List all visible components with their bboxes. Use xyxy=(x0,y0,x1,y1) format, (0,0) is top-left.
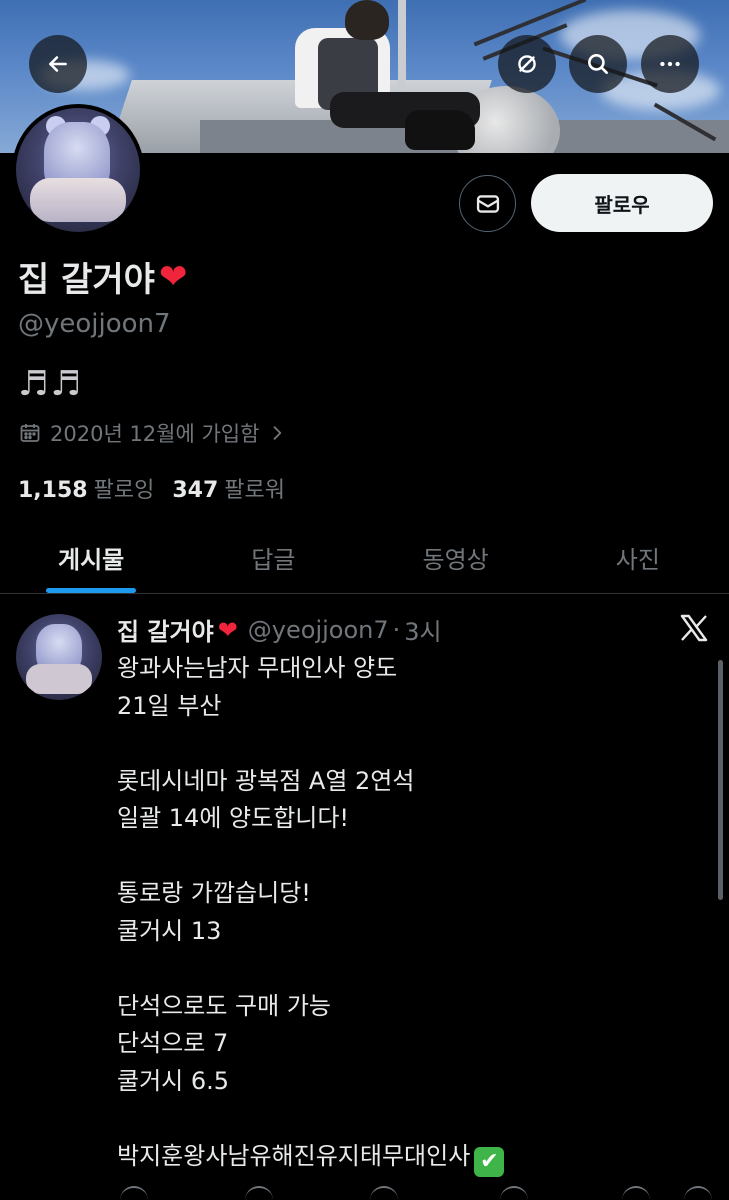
share-icon[interactable] xyxy=(684,1186,712,1200)
tab-label: 동영상 xyxy=(422,546,489,574)
tab-label: 사진 xyxy=(615,546,660,574)
more-button[interactable] xyxy=(641,35,699,93)
follow-stats: 1,158 팔로잉 347 팔로워 xyxy=(18,472,285,504)
search-button[interactable] xyxy=(569,35,627,93)
like-icon[interactable] xyxy=(370,1186,398,1200)
back-button[interactable] xyxy=(29,35,87,93)
post-author-handle[interactable]: @yeojjoon7 xyxy=(248,616,389,644)
message-button[interactable] xyxy=(459,175,516,232)
joined-text: 2020년 12월에 가입함 xyxy=(50,422,260,446)
following-label: 팔로잉 xyxy=(93,478,155,503)
post-author-name[interactable]: 집 갈거야 xyxy=(117,612,214,647)
post-header: 집 갈거야 ❤ @yeojjoon7 · 3시 xyxy=(117,612,442,647)
heart-emoji: ❤ xyxy=(158,256,188,297)
tab-label: 게시물 xyxy=(58,546,125,574)
post-body-text: 왕과사는남자 무대인사 양도 21일 부산 롯데시네마 광복점 A열 2연석 일… xyxy=(117,654,471,1170)
bookmark-icon[interactable] xyxy=(622,1186,650,1200)
following-count: 1,158 xyxy=(18,478,88,503)
more-horizontal-icon xyxy=(660,61,680,67)
followers-link[interactable]: 347 팔로워 xyxy=(172,472,285,504)
post-separator: · xyxy=(392,615,401,644)
check-mark-emoji: ✔ xyxy=(474,1146,505,1177)
tab-replies[interactable]: 답글 xyxy=(182,522,364,593)
active-tab-indicator xyxy=(46,588,137,593)
joined-date[interactable]: 2020년 12월에 가입함 xyxy=(18,418,287,448)
x-logo-icon xyxy=(680,614,708,642)
scrollbar[interactable] xyxy=(718,660,723,900)
reply-icon[interactable] xyxy=(120,1186,148,1200)
profile-tabs: 게시물 답글 동영상 사진 xyxy=(0,522,729,594)
post-author-avatar[interactable] xyxy=(16,614,102,700)
following-link[interactable]: 1,158 팔로잉 xyxy=(18,472,154,504)
profile-bio: ♬♬ xyxy=(18,364,83,404)
follow-button[interactable]: 팔로우 xyxy=(531,174,713,232)
profile-avatar[interactable] xyxy=(12,104,144,236)
followers-label: 팔로워 xyxy=(224,478,285,503)
sync-button[interactable] xyxy=(498,35,556,93)
mail-icon xyxy=(476,194,499,213)
tab-photos[interactable]: 사진 xyxy=(547,522,729,593)
post-text: 왕과사는남자 무대인사 양도 21일 부산 롯데시네마 광복점 A열 2연석 일… xyxy=(117,650,697,1177)
post-time[interactable]: 3시 xyxy=(404,612,441,647)
tab-posts[interactable]: 게시물 xyxy=(0,522,182,593)
profile-display-name: 집 갈거야 ❤ xyxy=(18,252,187,301)
post-action-bar xyxy=(0,1184,729,1200)
followers-count: 347 xyxy=(172,478,219,503)
tab-label: 답글 xyxy=(251,546,296,574)
views-icon[interactable] xyxy=(500,1186,528,1200)
calendar-icon xyxy=(20,424,40,442)
arrow-left-icon xyxy=(49,56,67,72)
chevron-right-icon xyxy=(274,426,282,440)
search-icon xyxy=(588,54,608,74)
heart-emoji: ❤ xyxy=(217,615,238,644)
repost-icon[interactable] xyxy=(245,1186,273,1200)
display-name-text: 집 갈거야 xyxy=(18,260,155,300)
circle-slash-icon xyxy=(518,55,536,73)
profile-handle: @yeojjoon7 xyxy=(18,309,171,339)
tab-videos[interactable]: 동영상 xyxy=(365,522,547,593)
